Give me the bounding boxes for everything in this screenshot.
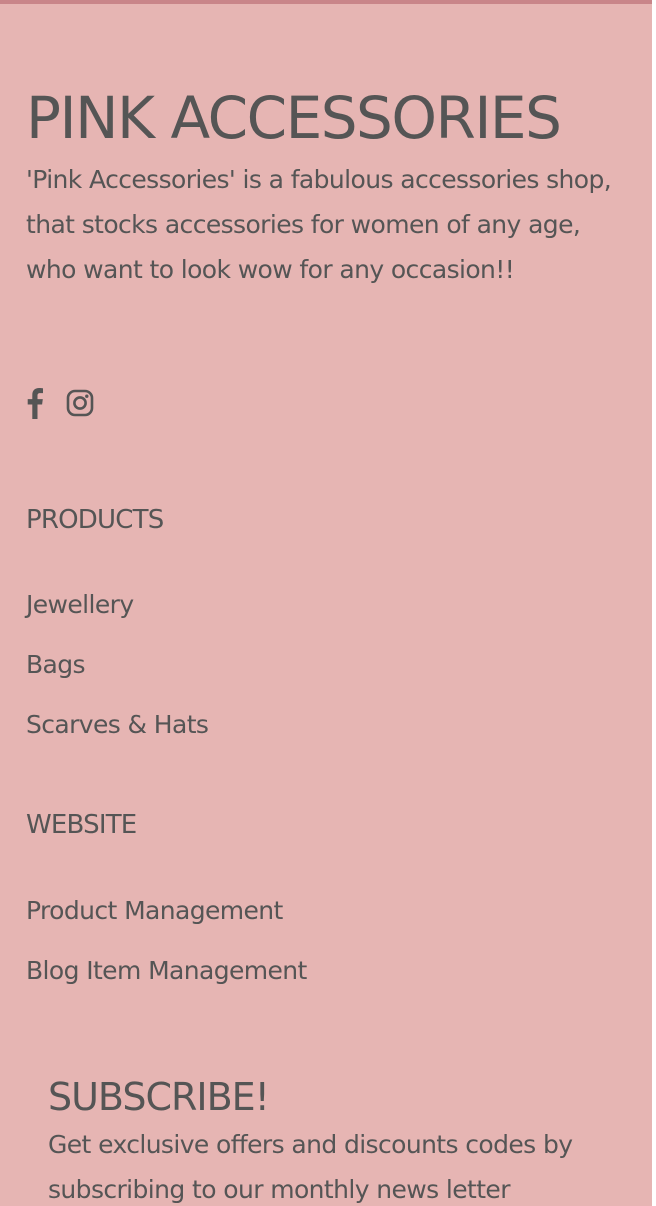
facebook-icon xyxy=(27,388,43,419)
subscribe-description: Get exclusive offers and discounts codes… xyxy=(48,1130,573,1204)
brand-title: PINK ACCESSORIES xyxy=(26,84,562,152)
products-link-scarves-hats[interactable]: Scarves & Hats xyxy=(26,705,209,745)
subscribe-heading: SUBSCRIBE! xyxy=(48,1075,270,1119)
brand-description: 'Pink Accessories' is a fabulous accesso… xyxy=(26,165,612,284)
website-heading: WEBSITE xyxy=(26,810,137,840)
products-link-jewellery[interactable]: Jewellery xyxy=(26,585,134,625)
products-heading: PRODUCTS xyxy=(26,505,164,535)
website-link-blog-item-management[interactable]: Blog Item Management xyxy=(26,951,307,991)
instagram-link[interactable] xyxy=(66,389,94,421)
website-link-product-management[interactable]: Product Management xyxy=(26,891,283,931)
social-links xyxy=(26,387,94,423)
page-edge xyxy=(652,0,656,1206)
instagram-icon xyxy=(66,389,94,417)
products-link-bags[interactable]: Bags xyxy=(26,645,86,685)
site-footer: PINK ACCESSORIES 'Pink Accessories' is a… xyxy=(0,0,652,1206)
facebook-link[interactable] xyxy=(26,387,44,423)
